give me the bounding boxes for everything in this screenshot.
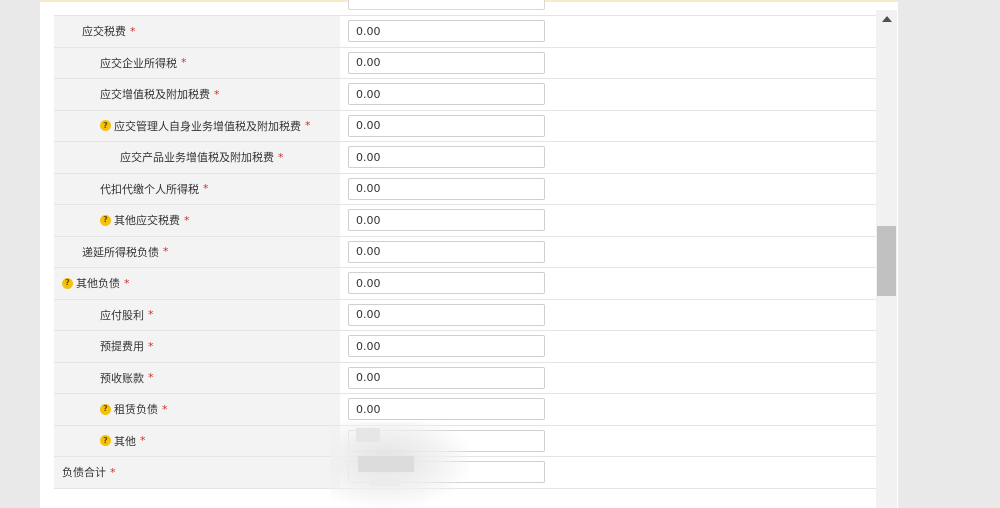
- amount-input[interactable]: [348, 240, 545, 263]
- liabilities-form: 应交税费*应交企业所得税*应交增值税及附加税费*?应交管理人自身业务增值税及附加…: [54, 15, 876, 489]
- form-row: 应交企业所得税 *: [54, 47, 876, 79]
- field-label-text: 应交增值税及附加税费: [100, 88, 210, 102]
- required-mark: *: [305, 119, 311, 133]
- amount-input[interactable]: [348, 303, 545, 326]
- field-label-text: 递延所得税负债: [82, 245, 159, 259]
- amount-input[interactable]: [348, 272, 545, 294]
- help-icon[interactable]: ?: [100, 403, 111, 415]
- field-label-text: 应付股利: [100, 308, 144, 322]
- required-mark: *: [140, 434, 146, 448]
- field-label-text: 应交管理人自身业务增值税及附加税费: [114, 119, 301, 133]
- field-label-text: 其他应交税费: [114, 214, 180, 228]
- required-mark: *: [162, 402, 168, 416]
- label-cell: ? 其他应交税费 *: [54, 205, 340, 236]
- field-label: ? 其他负债 *: [62, 268, 130, 299]
- amount-input[interactable]: [348, 114, 545, 137]
- field-label: ? 租赁负债 *: [100, 394, 168, 425]
- label-cell: 负债合计 *: [54, 457, 340, 488]
- form-row: 代扣代缴个人所得税 *: [54, 173, 876, 205]
- amount-input[interactable]: [348, 209, 545, 231]
- form-row: 应付股利 *: [54, 299, 876, 331]
- field-label-text: 预提费用: [100, 340, 144, 354]
- field-label-text: 代扣代缴个人所得税: [100, 182, 199, 196]
- label-cell: 代扣代缴个人所得税 *: [54, 173, 340, 205]
- required-mark: *: [203, 182, 209, 196]
- field-label: ? 其他 *: [100, 426, 146, 457]
- field-label-text: 应交税费: [82, 25, 126, 39]
- field-label-text: 应交产品业务增值税及附加税费: [120, 151, 274, 165]
- amount-input[interactable]: [348, 146, 545, 168]
- label-cell: ? 其他负债 *: [54, 268, 340, 299]
- form-row: 预收账款 *: [54, 362, 876, 394]
- field-label: 应交产品业务增值税及附加税费 *: [120, 142, 284, 173]
- label-cell: ? 应交管理人自身业务增值税及附加税费 *: [54, 110, 340, 142]
- help-icon[interactable]: ?: [100, 435, 111, 447]
- amount-input[interactable]: [348, 177, 545, 200]
- form-row: 应交税费 *: [54, 16, 876, 48]
- form-row: 预提费用 *: [54, 331, 876, 363]
- required-mark: *: [163, 245, 169, 259]
- label-cell: 应交产品业务增值税及附加税费 *: [54, 142, 340, 173]
- amount-input[interactable]: [348, 20, 545, 42]
- help-icon[interactable]: ?: [62, 277, 73, 289]
- label-cell: 预提费用 *: [54, 331, 340, 362]
- field-label: ? 其他应交税费 *: [100, 205, 190, 236]
- amount-input[interactable]: [348, 83, 545, 105]
- field-label-text: 负债合计: [62, 466, 106, 480]
- form-row: 递延所得税负债 *: [54, 236, 876, 268]
- field-label: 预提费用 *: [100, 331, 154, 362]
- label-cell: 递延所得税负债 *: [54, 236, 340, 268]
- help-icon[interactable]: ?: [100, 214, 111, 226]
- form-row: ? 租赁负债 *: [54, 394, 876, 426]
- field-label: 应付股利 *: [100, 300, 154, 331]
- label-cell: ? 租赁负债 *: [54, 394, 340, 425]
- label-cell: 应付股利 *: [54, 299, 340, 331]
- required-mark: *: [124, 276, 130, 290]
- field-label: 负债合计 *: [62, 457, 116, 488]
- field-label-text: 其他: [114, 434, 136, 448]
- form-row: 应交产品业务增值税及附加税费 *: [54, 142, 876, 174]
- amount-input[interactable]: [348, 51, 545, 74]
- previous-row-input[interactable]: [348, 0, 545, 10]
- field-label: 递延所得税负债 *: [82, 237, 169, 268]
- form-row: 应交增值税及附加税费 *: [54, 79, 876, 111]
- arrow-up-icon: [881, 16, 892, 22]
- field-label-text: 应交企业所得税: [100, 56, 177, 70]
- required-mark: *: [148, 308, 154, 322]
- scrollbar-thumb[interactable]: [877, 226, 896, 296]
- label-cell: 预收账款 *: [54, 362, 340, 394]
- label-cell: 应交税费 *: [54, 16, 340, 47]
- form-row: ? 应交管理人自身业务增值税及附加税费 *: [54, 110, 876, 142]
- redaction-blur: [330, 422, 470, 508]
- required-mark: *: [148, 371, 154, 385]
- field-label: 代扣代缴个人所得税 *: [100, 174, 209, 205]
- form-row: ? 其他应交税费 *: [54, 205, 876, 237]
- field-label-text: 租赁负债: [114, 403, 158, 417]
- required-mark: *: [184, 213, 190, 227]
- field-label: 应交企业所得税 *: [100, 48, 187, 79]
- amount-input[interactable]: [348, 335, 545, 357]
- amount-input[interactable]: [348, 398, 545, 420]
- scroll-up-button[interactable]: [876, 10, 897, 28]
- field-label: 应交税费 *: [82, 16, 136, 47]
- field-label: 应交增值税及附加税费 *: [100, 79, 220, 110]
- help-icon[interactable]: ?: [100, 120, 111, 132]
- field-label-text: 预收账款: [100, 371, 144, 385]
- field-label: 预收账款 *: [100, 363, 154, 394]
- required-mark: *: [181, 56, 187, 70]
- vertical-scrollbar[interactable]: [876, 10, 897, 508]
- label-cell: 应交增值税及附加税费 *: [54, 79, 340, 110]
- field-label: ? 应交管理人自身业务增值税及附加税费 *: [100, 111, 311, 142]
- amount-input[interactable]: [348, 366, 545, 389]
- required-mark: *: [110, 465, 116, 479]
- required-mark: *: [214, 87, 220, 101]
- required-mark: *: [148, 339, 154, 353]
- label-cell: ? 其他 *: [54, 425, 340, 457]
- required-mark: *: [278, 150, 284, 164]
- form-row: ? 其他负债 *: [54, 268, 876, 300]
- required-mark: *: [130, 24, 136, 38]
- field-label-text: 其他负债: [76, 277, 120, 291]
- label-cell: 应交企业所得税 *: [54, 47, 340, 79]
